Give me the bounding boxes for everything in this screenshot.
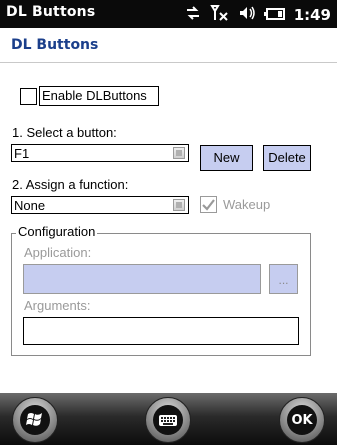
clock[interactable]: 1:49 [294, 6, 331, 24]
no-signal-icon[interactable] [209, 3, 230, 27]
wakeup-checkbox[interactable] [200, 196, 217, 213]
softkey-bar: OK [0, 393, 337, 445]
select-button-value: F1 [14, 146, 30, 161]
delete-button[interactable]: Delete [263, 145, 311, 171]
data-transfer-icon[interactable] [184, 4, 202, 26]
arguments-field[interactable] [23, 317, 299, 345]
select-button-combo[interactable]: F1 [11, 144, 189, 162]
application-label: Application: [24, 245, 92, 260]
keyboard-icon [153, 405, 183, 435]
checkmark-icon [202, 199, 215, 211]
enable-dlbuttons-checkbox[interactable] [20, 88, 37, 105]
application-field[interactable] [23, 264, 261, 294]
keyboard-button[interactable] [145, 397, 191, 443]
header-divider [0, 62, 337, 63]
assign-function-value: None [14, 198, 46, 213]
wakeup-label: Wakeup [223, 197, 271, 212]
status-bar: DL Buttons 1:49 [0, 0, 337, 28]
windows-logo-icon [20, 405, 50, 435]
start-button[interactable] [12, 397, 58, 443]
select-button-label: 1. Select a button: [12, 125, 117, 140]
assign-function-combo[interactable]: None [11, 196, 189, 214]
dropdown-arrow-icon[interactable] [173, 199, 185, 211]
dropdown-arrow-icon[interactable] [173, 147, 185, 159]
configuration-legend: Configuration [16, 224, 98, 239]
ok-label: OK [287, 405, 317, 435]
status-icons: 1:49 [184, 3, 331, 27]
battery-icon[interactable] [263, 6, 286, 25]
speaker-icon[interactable] [238, 4, 256, 26]
browse-button[interactable]: ... [269, 264, 298, 294]
page-header: DL Buttons [0, 28, 337, 62]
ok-button[interactable]: OK [279, 397, 325, 443]
new-button[interactable]: New [200, 145, 253, 171]
status-bar-title: DL Buttons [6, 4, 96, 20]
assign-function-label: 2. Assign a function: [12, 177, 129, 192]
enable-dlbuttons-label[interactable]: Enable DLButtons [42, 88, 147, 103]
arguments-label: Arguments: [24, 298, 91, 313]
page-title: DL Buttons [11, 37, 99, 53]
